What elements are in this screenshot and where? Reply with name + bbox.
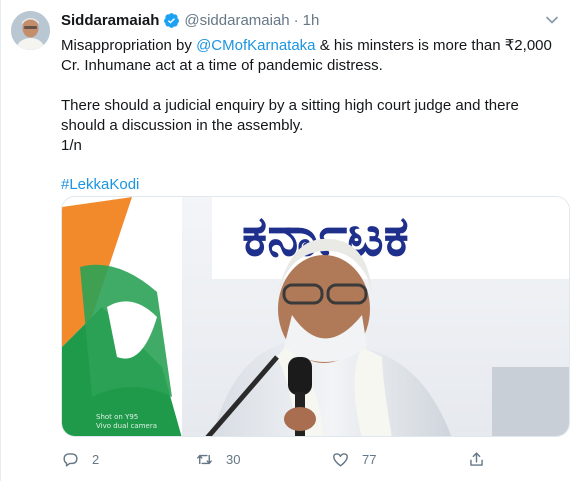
like-count: 77	[362, 451, 377, 467]
author-handle[interactable]: @siddaramaiah	[184, 12, 289, 29]
avatar[interactable]	[11, 11, 50, 50]
avatar-photo	[11, 11, 50, 50]
reply-count: 2	[92, 451, 100, 467]
photo-image: ಕರ್ನಾಟಕ	[62, 197, 569, 436]
tweet-paragraph-2: There should a judicial enquiry by a sit…	[61, 97, 519, 134]
reply-button[interactable]: 2	[61, 448, 99, 470]
retweet-count: 30	[226, 451, 241, 467]
tweet-text: Misappropriation by @CMofKarnataka & his…	[61, 36, 561, 195]
text-segment: Misappropriation by	[61, 37, 197, 54]
share-button[interactable]	[467, 448, 486, 470]
verified-badge-icon	[164, 12, 180, 28]
tweet-paragraph-1: Misappropriation by @CMofKarnataka & his…	[61, 36, 561, 76]
mention-link[interactable]: @CMofKarnataka	[196, 37, 315, 54]
watermark-line-1: Shot on Y95	[96, 413, 139, 421]
chevron-down-icon[interactable]	[542, 10, 562, 30]
author-name[interactable]: Siddaramaiah	[61, 12, 159, 29]
separator-dot: ·	[293, 11, 299, 29]
watermark-line-2: Vivo dual camera	[96, 422, 158, 430]
tweet-actions: 2 30 77	[61, 448, 561, 470]
tweet-photo[interactable]: ಕರ್ನಾಟಕ Shot on Y95 Vivo dual camera	[61, 196, 570, 437]
camera-watermark: Shot on Y95 Vivo dual camera	[96, 413, 157, 431]
like-icon	[333, 452, 348, 467]
tweet-card[interactable]: Siddaramaiah @siddaramaiah · 1h Misappro…	[0, 0, 580, 481]
share-icon	[470, 451, 483, 466]
reply-icon	[63, 452, 78, 467]
like-button[interactable]: 77	[331, 448, 376, 470]
hashtag-link[interactable]: #LekkaKodi	[61, 175, 561, 195]
tweet-paragraph-3: 1/n	[61, 137, 82, 154]
retweet-button[interactable]: 30	[195, 448, 240, 470]
retweet-icon	[197, 454, 212, 464]
timestamp[interactable]: 1h	[303, 12, 320, 29]
tweet-header: Siddaramaiah @siddaramaiah · 1h	[61, 10, 319, 30]
